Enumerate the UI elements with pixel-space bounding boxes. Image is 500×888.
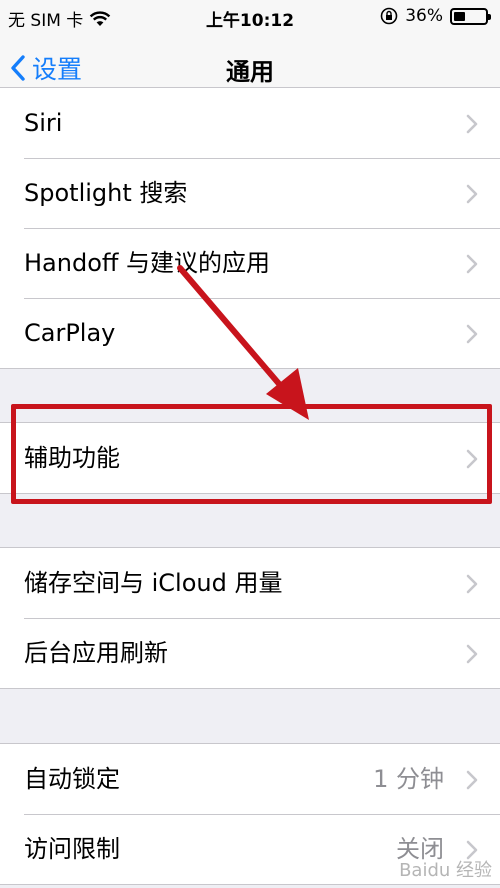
row-label: CarPlay [24, 319, 116, 347]
chevron-right-icon [466, 114, 478, 134]
chevron-right-icon [466, 644, 478, 664]
row-auto-lock[interactable]: 自动锁定 1 分钟 [0, 744, 500, 814]
settings-group-2: 辅助功能 [0, 422, 500, 494]
row-value: 1 分钟 [373, 765, 444, 793]
battery-icon [450, 7, 491, 25]
settings-group-3: 储存空间与 iCloud 用量 后台应用刷新 [0, 547, 500, 689]
row-label: Spotlight 搜索 [24, 179, 188, 207]
row-label: Siri [24, 109, 63, 137]
row-background-refresh[interactable]: 后台应用刷新 [0, 618, 500, 688]
page-title: 通用 [226, 58, 274, 86]
row-siri[interactable]: Siri [0, 88, 500, 158]
battery-fill [454, 11, 465, 21]
row-storage-icloud[interactable]: 储存空间与 iCloud 用量 [0, 548, 500, 618]
chevron-right-icon [466, 254, 478, 274]
orientation-lock-icon [380, 7, 398, 25]
status-bar: 无 SIM 卡 上午10:12 36% [0, 0, 500, 34]
row-label: 辅助功能 [24, 444, 120, 472]
settings-group-1: Siri Spotlight 搜索 Handoff 与建议的应用 CarPlay [0, 87, 500, 369]
row-label: 储存空间与 iCloud 用量 [24, 569, 283, 597]
row-label: Handoff 与建议的应用 [24, 249, 271, 277]
row-label: 自动锁定 [24, 765, 120, 793]
battery-percent: 36% [405, 6, 443, 26]
row-handoff[interactable]: Handoff 与建议的应用 [0, 228, 500, 298]
row-spotlight-search[interactable]: Spotlight 搜索 [0, 158, 500, 228]
status-right: 36% [380, 6, 491, 26]
row-label: 访问限制 [24, 835, 120, 863]
row-accessibility[interactable]: 辅助功能 [0, 423, 500, 493]
chevron-right-icon [466, 770, 478, 790]
row-label: 后台应用刷新 [24, 639, 168, 667]
chevron-right-icon [466, 449, 478, 469]
watermark-text: Baidu 经验 [399, 860, 492, 881]
row-carplay[interactable]: CarPlay [0, 298, 500, 368]
chevron-right-icon [466, 184, 478, 204]
chevron-right-icon [466, 574, 478, 594]
chevron-right-icon [466, 324, 478, 344]
